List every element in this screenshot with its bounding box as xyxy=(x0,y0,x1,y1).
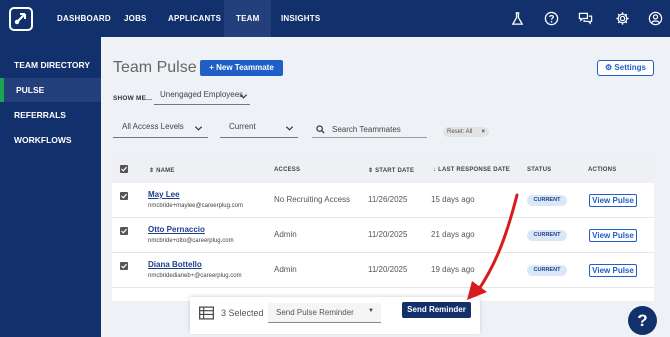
status-badge: CURRENT xyxy=(527,230,567,241)
th-name-label: NAME xyxy=(156,168,175,174)
table-row: Diana Bottello nmcbridedianeb+@careerplu… xyxy=(112,253,654,288)
reminder-type-value: Send Pulse Reminder xyxy=(276,308,354,317)
sidebar-item-workflows[interactable]: WORKFLOWS xyxy=(0,128,101,152)
search-icon xyxy=(316,125,325,134)
chevron-down-icon xyxy=(194,126,203,131)
status-value: Current xyxy=(229,122,256,131)
status-select[interactable]: Current xyxy=(220,122,298,138)
access-cell: Admin xyxy=(274,230,297,239)
check-icon xyxy=(121,193,127,199)
sort-icon: ⇕ xyxy=(368,168,374,174)
row-checkbox[interactable] xyxy=(120,192,128,200)
top-nav: DASHBOARD JOBS APPLICANTS TEAM INSIGHTS xyxy=(0,0,670,37)
last-response-cell: 19 days ago xyxy=(431,265,475,274)
sort-icon: ⇕ xyxy=(149,168,155,174)
table-row: Otto Pernaccio nmcbride+otto@careerplug.… xyxy=(112,218,654,253)
teammates-table: ⇕ NAME ACCESS ⇕ START DATE ↓ LAST RESPON… xyxy=(112,155,654,301)
help-circle-icon[interactable] xyxy=(544,11,559,26)
th-access: ACCESS xyxy=(274,167,301,173)
status-badge: CURRENT xyxy=(527,195,567,206)
show-me-label: SHOW ME... xyxy=(113,95,153,102)
selected-count: 3 Selected xyxy=(221,308,264,318)
teammate-name-link[interactable]: Otto Pernaccio xyxy=(148,225,205,234)
row-checkbox[interactable] xyxy=(120,227,128,235)
send-reminder-button[interactable]: Send Reminder xyxy=(402,302,471,318)
teammate-email: nmcbride+otto@careerplug.com xyxy=(148,238,234,244)
start-date-cell: 11/20/2025 xyxy=(368,230,408,239)
logo-icon xyxy=(14,13,26,25)
th-actions: ACTIONS xyxy=(588,167,617,173)
view-pulse-button[interactable]: View Pulse xyxy=(589,264,637,277)
chip-label: Reset: All xyxy=(447,129,473,135)
select-all-checkbox[interactable] xyxy=(120,165,128,173)
nav-jobs[interactable]: JOBS xyxy=(124,0,147,37)
last-response-cell: 15 days ago xyxy=(431,195,475,204)
access-level-value: All Access Levels xyxy=(122,122,184,131)
close-icon[interactable]: × xyxy=(481,127,485,137)
table-header: ⇕ NAME ACCESS ⇕ START DATE ↓ LAST RESPON… xyxy=(112,155,654,183)
teammate-name-link[interactable]: May Lee xyxy=(148,190,180,199)
table-icon xyxy=(199,306,214,320)
new-teammate-button[interactable]: + New Teammate xyxy=(200,60,283,76)
chevron-down-icon xyxy=(285,126,294,131)
user-icon[interactable] xyxy=(648,11,663,26)
check-icon xyxy=(121,263,127,269)
view-pulse-button[interactable]: View Pulse xyxy=(589,194,637,207)
chevron-down-icon xyxy=(239,94,248,99)
page-title: Team Pulse xyxy=(113,59,197,76)
th-last-response[interactable]: ↓ LAST RESPONSE DATE xyxy=(433,167,510,173)
show-me-select[interactable]: Unengaged Employees xyxy=(154,90,250,105)
sidebar: TEAM DIRECTORY PULSE REFERRALS WORKFLOWS xyxy=(0,37,101,337)
search-placeholder: Search Teammates xyxy=(332,125,401,134)
settings-label: Settings xyxy=(614,63,646,72)
check-icon xyxy=(121,228,127,234)
nav-applicants[interactable]: APPLICANTS xyxy=(168,0,221,37)
sidebar-item-team-directory[interactable]: TEAM DIRECTORY xyxy=(0,53,101,77)
table-row: May Lee nmcbride+maylee@careerplug.com N… xyxy=(112,183,654,218)
view-pulse-button[interactable]: View Pulse xyxy=(589,229,637,242)
settings-button[interactable]: ⚙ Settings xyxy=(597,60,654,76)
last-response-cell: 21 days ago xyxy=(431,230,475,239)
sort-down-icon: ↓ xyxy=(433,167,437,173)
access-cell: No Recruiting Access xyxy=(274,195,351,204)
gear-icon: ⚙ xyxy=(605,63,613,72)
caret-down-icon: ▼ xyxy=(368,308,374,314)
careerplug-logo[interactable] xyxy=(9,7,33,31)
sidebar-item-pulse[interactable]: PULSE xyxy=(0,78,101,102)
flask-icon[interactable] xyxy=(510,11,525,26)
th-last-response-label: LAST RESPONSE DATE xyxy=(438,167,510,173)
nav-team[interactable]: TEAM xyxy=(224,0,272,37)
th-start-date[interactable]: ⇕ START DATE xyxy=(368,167,414,174)
gear-icon[interactable] xyxy=(615,11,630,26)
help-button[interactable]: ? xyxy=(628,306,657,335)
check-icon xyxy=(121,166,127,172)
show-me-value: Unengaged Employees xyxy=(160,90,244,99)
sidebar-item-referrals[interactable]: REFERRALS xyxy=(0,103,101,127)
row-checkbox[interactable] xyxy=(120,262,128,270)
status-badge: CURRENT xyxy=(527,265,567,276)
teammate-email: nmcbride+maylee@careerplug.com xyxy=(148,203,243,209)
bulk-action-bar: 3 Selected Send Pulse Reminder ▼ Send Re… xyxy=(190,297,480,334)
th-name[interactable]: ⇕ NAME xyxy=(149,167,175,174)
nav-dashboard[interactable]: DASHBOARD xyxy=(57,0,111,37)
access-cell: Admin xyxy=(274,265,297,274)
reminder-type-select[interactable]: Send Pulse Reminder ▼ xyxy=(268,303,381,323)
teammate-email: nmcbridedianeb+@careerplug.com xyxy=(148,273,242,279)
start-date-cell: 11/20/2025 xyxy=(368,265,408,274)
start-date-cell: 11/26/2025 xyxy=(368,195,408,204)
chat-icon[interactable] xyxy=(578,11,593,26)
th-start-date-label: START DATE xyxy=(375,168,415,174)
search-teammates-input[interactable]: Search Teammates xyxy=(312,122,427,138)
nav-insights[interactable]: INSIGHTS xyxy=(281,0,320,37)
th-status: STATUS xyxy=(527,167,552,173)
teammate-name-link[interactable]: Diana Bottello xyxy=(148,260,202,269)
access-level-select[interactable]: All Access Levels xyxy=(113,122,208,138)
reset-filter-chip[interactable]: Reset: All × xyxy=(443,127,489,137)
